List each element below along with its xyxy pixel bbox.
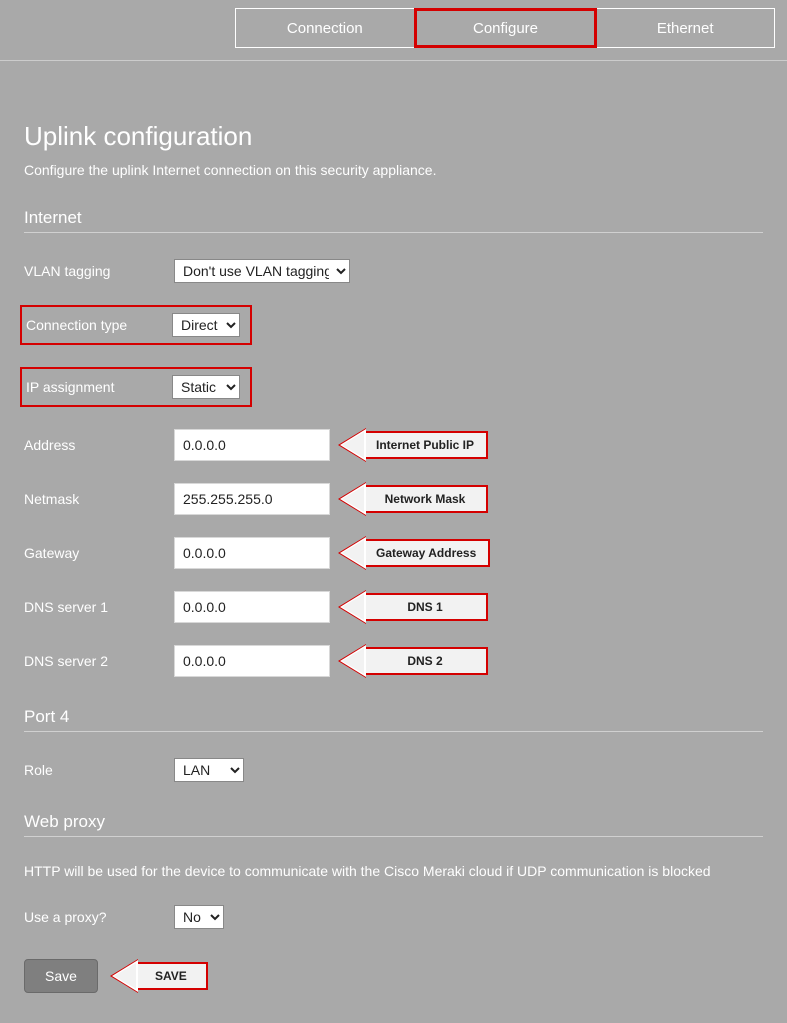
vlan-label: VLAN tagging	[24, 263, 174, 279]
address-hint: Internet Public IP	[364, 431, 488, 459]
use-proxy-select[interactable]: No	[174, 905, 224, 929]
tab-connection[interactable]: Connection	[236, 9, 415, 47]
netmask-input[interactable]	[174, 483, 330, 515]
row-use-proxy: Use a proxy? No	[24, 905, 763, 929]
role-select[interactable]: LAN	[174, 758, 244, 782]
address-label: Address	[24, 437, 174, 453]
row-vlan: VLAN tagging Don't use VLAN tagging	[24, 259, 763, 283]
gateway-hint: Gateway Address	[364, 539, 490, 567]
proxy-description: HTTP will be used for the device to comm…	[24, 863, 763, 879]
dns2-label: DNS server 2	[24, 653, 174, 669]
vlan-select[interactable]: Don't use VLAN tagging	[174, 259, 350, 283]
row-dns2: DNS server 2 DNS 2	[24, 645, 763, 677]
section-port4: Port 4	[24, 707, 763, 732]
row-role: Role LAN	[24, 758, 763, 782]
page-title: Uplink configuration	[24, 121, 763, 152]
dns2-callout: DNS 2	[340, 645, 488, 677]
row-connection-type: Connection type Direct	[24, 305, 763, 345]
address-callout: Internet Public IP	[340, 429, 488, 461]
gateway-callout: Gateway Address	[340, 537, 490, 569]
row-gateway: Gateway Gateway Address	[24, 537, 763, 569]
row-netmask: Netmask Network Mask	[24, 483, 763, 515]
row-ip-assignment: IP assignment Static	[24, 367, 763, 407]
use-proxy-label: Use a proxy?	[24, 909, 174, 925]
gateway-input[interactable]	[174, 537, 330, 569]
connection-type-highlight: Connection type Direct	[20, 305, 252, 345]
tab-ethernet[interactable]: Ethernet	[596, 9, 774, 47]
page-description: Configure the uplink Internet connection…	[24, 162, 763, 178]
dns1-label: DNS server 1	[24, 599, 174, 615]
tab-configure[interactable]: Configure	[414, 8, 598, 48]
tab-bar: Connection Configure Ethernet	[235, 8, 775, 48]
save-callout: SAVE	[112, 960, 208, 992]
role-label: Role	[24, 762, 174, 778]
row-dns1: DNS server 1 DNS 1	[24, 591, 763, 623]
save-row: Save SAVE	[24, 959, 763, 993]
dns1-input[interactable]	[174, 591, 330, 623]
netmask-callout: Network Mask	[340, 483, 488, 515]
ip-assignment-highlight: IP assignment Static	[20, 367, 252, 407]
dns2-hint: DNS 2	[364, 647, 488, 675]
ip-assignment-select[interactable]: Static	[172, 375, 240, 399]
gateway-label: Gateway	[24, 545, 174, 561]
connection-type-label: Connection type	[24, 317, 172, 333]
save-hint: SAVE	[136, 962, 208, 990]
main-content: Uplink configuration Configure the uplin…	[0, 60, 787, 1023]
save-button[interactable]: Save	[24, 959, 98, 993]
netmask-hint: Network Mask	[364, 485, 488, 513]
netmask-label: Netmask	[24, 491, 174, 507]
connection-type-select[interactable]: Direct	[172, 313, 240, 337]
ip-assignment-label: IP assignment	[24, 379, 172, 395]
dns1-hint: DNS 1	[364, 593, 488, 621]
address-input[interactable]	[174, 429, 330, 461]
section-internet: Internet	[24, 208, 763, 233]
row-address: Address Internet Public IP	[24, 429, 763, 461]
section-webproxy: Web proxy	[24, 812, 763, 837]
dns2-input[interactable]	[174, 645, 330, 677]
dns1-callout: DNS 1	[340, 591, 488, 623]
